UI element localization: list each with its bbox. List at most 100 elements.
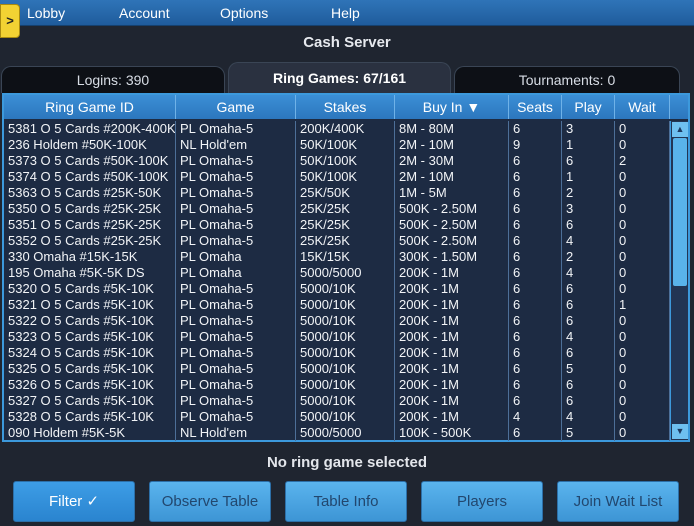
- table-header: Ring Game ID Game Stakes Buy In ▼ Seats …: [4, 95, 688, 119]
- cell-buy-in: 200K - 1M: [395, 393, 509, 409]
- table-row[interactable]: 5350 O 5 Cards #25K-25K PL Omaha-5 25K/25K…: [4, 201, 670, 217]
- table-body: 5381 O 5 Cards #200K-400K PL Omaha-5 200K/…: [4, 121, 670, 441]
- cell-ring-game-id: 5374 O 5 Cards #50K-100K: [4, 169, 176, 185]
- menu-lobby[interactable]: Lobby: [27, 5, 65, 21]
- table-row[interactable]: 5373 O 5 Cards #50K-100K PL Omaha-5 50K/10…: [4, 153, 670, 169]
- cell-seats: 6: [509, 185, 562, 201]
- triangle-down-icon[interactable]: ▼: [672, 424, 688, 439]
- column-seats[interactable]: Seats: [509, 95, 562, 119]
- table-row[interactable]: 330 Omaha #15K-15K PL Omaha 15K/15K 300K - …: [4, 249, 670, 265]
- cell-wait: 0: [615, 169, 670, 185]
- menu-account[interactable]: Account: [119, 5, 170, 21]
- table-row[interactable]: 5374 O 5 Cards #50K-100K PL Omaha-5 50K/10…: [4, 169, 670, 185]
- table-row[interactable]: 5321 O 5 Cards #5K-10K PL Omaha-5 5000/10K…: [4, 297, 670, 313]
- cell-seats: 6: [509, 361, 562, 377]
- cell-wait: 0: [615, 345, 670, 361]
- table-row[interactable]: 5320 O 5 Cards #5K-10K PL Omaha-5 5000/10K…: [4, 281, 670, 297]
- table-row[interactable]: 5322 O 5 Cards #5K-10K PL Omaha-5 5000/10K…: [4, 313, 670, 329]
- cell-play: 6: [562, 393, 615, 409]
- menu-options[interactable]: Options: [220, 5, 268, 21]
- tab-ring-games[interactable]: Ring Games: 67/161: [228, 62, 451, 93]
- chevron-right-icon[interactable]: >: [0, 4, 20, 38]
- cell-game: PL Omaha-5: [176, 185, 296, 201]
- cell-game: PL Omaha-5: [176, 409, 296, 425]
- cell-play: 6: [562, 217, 615, 233]
- cell-ring-game-id: 5352 O 5 Cards #25K-25K: [4, 233, 176, 249]
- table-row[interactable]: 236 Holdem #50K-100K NL Hold'em 50K/100K 2M…: [4, 137, 670, 153]
- cell-play: 2: [562, 249, 615, 265]
- cell-stakes: 5000/10K: [296, 361, 395, 377]
- join-wait-list-button[interactable]: Join Wait List: [557, 481, 679, 522]
- cell-game: PL Omaha-5: [176, 201, 296, 217]
- cell-ring-game-id: 5326 O 5 Cards #5K-10K: [4, 377, 176, 393]
- cell-seats: 6: [509, 281, 562, 297]
- cell-buy-in: 200K - 1M: [395, 345, 509, 361]
- cell-stakes: 5000/10K: [296, 313, 395, 329]
- cell-stakes: 5000/5000: [296, 425, 395, 441]
- observe-table-button[interactable]: Observe Table: [149, 481, 271, 522]
- page-title: Cash Server: [303, 34, 391, 51]
- cell-game: PL Omaha-5: [176, 153, 296, 169]
- table-row[interactable]: 090 Holdem #5K-5K NL Hold'em 5000/5000 100K…: [4, 425, 670, 441]
- table-info-button[interactable]: Table Info: [285, 481, 407, 522]
- column-play[interactable]: Play: [562, 95, 615, 119]
- cell-ring-game-id: 5321 O 5 Cards #5K-10K: [4, 297, 176, 313]
- vertical-scrollbar[interactable]: ▲ ▼: [670, 121, 688, 440]
- ring-games-table: Ring Game ID Game Stakes Buy In ▼ Seats …: [2, 93, 690, 442]
- cell-ring-game-id: 5323 O 5 Cards #5K-10K: [4, 329, 176, 345]
- column-buy-in[interactable]: Buy In ▼: [395, 95, 509, 119]
- cell-buy-in: 500K - 2.50M: [395, 217, 509, 233]
- cell-game: PL Omaha-5: [176, 121, 296, 137]
- table-row[interactable]: 5328 O 5 Cards #5K-10K PL Omaha-5 5000/10K…: [4, 409, 670, 425]
- cell-stakes: 25K/25K: [296, 233, 395, 249]
- cell-buy-in: 200K - 1M: [395, 409, 509, 425]
- cell-game: PL Omaha-5: [176, 217, 296, 233]
- cell-stakes: 5000/10K: [296, 345, 395, 361]
- cell-buy-in: 8M - 80M: [395, 121, 509, 137]
- table-row[interactable]: 5325 O 5 Cards #5K-10K PL Omaha-5 5000/10K…: [4, 361, 670, 377]
- cell-ring-game-id: 5328 O 5 Cards #5K-10K: [4, 409, 176, 425]
- cell-game: PL Omaha: [176, 265, 296, 281]
- cell-play: 6: [562, 297, 615, 313]
- scrollbar-thumb[interactable]: [673, 138, 687, 286]
- cell-ring-game-id: 5363 O 5 Cards #25K-50K: [4, 185, 176, 201]
- cell-ring-game-id: 5325 O 5 Cards #5K-10K: [4, 361, 176, 377]
- menu-help[interactable]: Help: [331, 5, 360, 21]
- cell-ring-game-id: 5320 O 5 Cards #5K-10K: [4, 281, 176, 297]
- triangle-up-icon[interactable]: ▲: [672, 122, 688, 137]
- cell-ring-game-id: 5324 O 5 Cards #5K-10K: [4, 345, 176, 361]
- table-row[interactable]: 5352 O 5 Cards #25K-25K PL Omaha-5 25K/25K…: [4, 233, 670, 249]
- tab-logins[interactable]: Logins: 390: [1, 66, 225, 93]
- cell-wait: 0: [615, 329, 670, 345]
- table-row[interactable]: 5326 O 5 Cards #5K-10K PL Omaha-5 5000/10K…: [4, 377, 670, 393]
- cell-game: PL Omaha-5: [176, 393, 296, 409]
- cell-ring-game-id: 5381 O 5 Cards #200K-400K: [4, 121, 176, 137]
- cell-ring-game-id: 5351 O 5 Cards #25K-25K: [4, 217, 176, 233]
- cell-seats: 6: [509, 169, 562, 185]
- table-row[interactable]: 5363 O 5 Cards #25K-50K PL Omaha-5 25K/50K…: [4, 185, 670, 201]
- cell-seats: 6: [509, 393, 562, 409]
- cell-buy-in: 500K - 2.50M: [395, 201, 509, 217]
- cell-play: 1: [562, 137, 615, 153]
- cell-wait: 0: [615, 265, 670, 281]
- cell-stakes: 5000/5000: [296, 265, 395, 281]
- column-stakes[interactable]: Stakes: [296, 95, 395, 119]
- table-row[interactable]: 5351 O 5 Cards #25K-25K PL Omaha-5 25K/25K…: [4, 217, 670, 233]
- cell-seats: 6: [509, 329, 562, 345]
- cell-game: PL Omaha-5: [176, 345, 296, 361]
- table-row[interactable]: 5381 O 5 Cards #200K-400K PL Omaha-5 200K/…: [4, 121, 670, 137]
- filter-button[interactable]: Filter ✓: [13, 481, 135, 522]
- column-ring-game-id[interactable]: Ring Game ID: [4, 95, 176, 119]
- table-row[interactable]: 5324 O 5 Cards #5K-10K PL Omaha-5 5000/10K…: [4, 345, 670, 361]
- players-button[interactable]: Players: [421, 481, 543, 522]
- cell-buy-in: 500K - 2.50M: [395, 233, 509, 249]
- column-wait[interactable]: Wait: [615, 95, 670, 119]
- table-row[interactable]: 195 Omaha #5K-5K DS PL Omaha 5000/5000 200K…: [4, 265, 670, 281]
- column-game[interactable]: Game: [176, 95, 296, 119]
- table-row[interactable]: 5327 O 5 Cards #5K-10K PL Omaha-5 5000/10K…: [4, 393, 670, 409]
- cell-buy-in: 200K - 1M: [395, 297, 509, 313]
- table-row[interactable]: 5323 O 5 Cards #5K-10K PL Omaha-5 5000/10K…: [4, 329, 670, 345]
- menu-bar: Lobby Account Options Help: [0, 0, 694, 26]
- tab-tournaments[interactable]: Tournaments: 0: [454, 66, 680, 93]
- cell-stakes: 25K/25K: [296, 217, 395, 233]
